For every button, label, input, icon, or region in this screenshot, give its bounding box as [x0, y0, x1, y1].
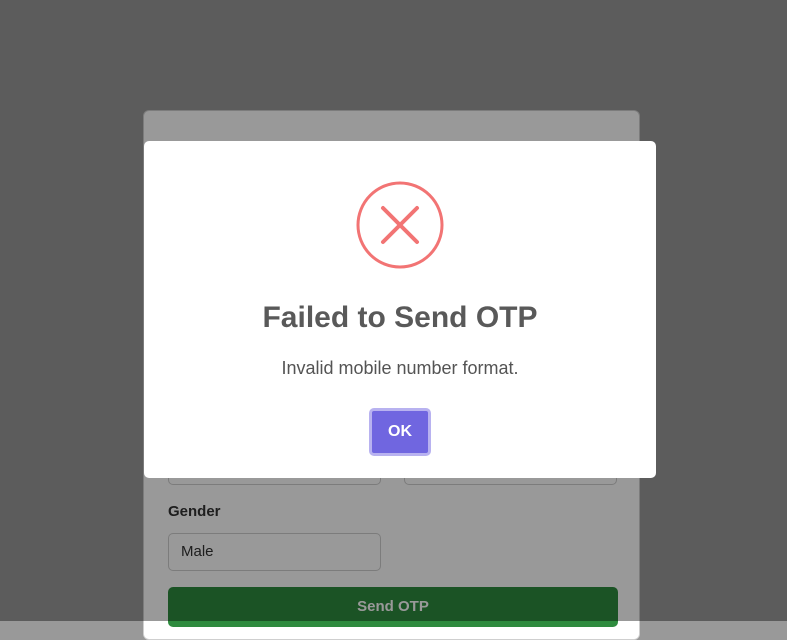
dialog-message: Invalid mobile number format.: [281, 358, 519, 378]
dialog-title: Failed to Send OTP: [262, 301, 538, 334]
ok-button[interactable]: OK: [369, 408, 431, 456]
error-x-icon: [356, 181, 444, 269]
error-dialog: Failed to Send OTP Invalid mobile number…: [144, 141, 656, 478]
